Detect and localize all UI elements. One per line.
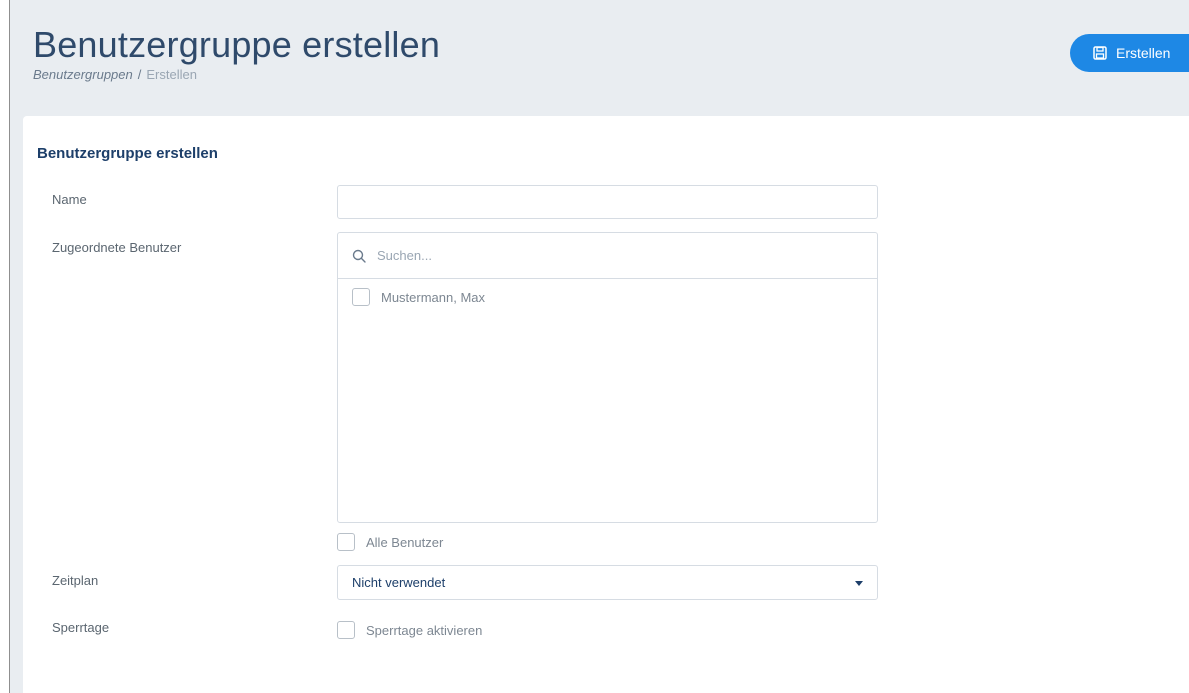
search-icon xyxy=(352,249,366,263)
assigned-users-label: Zugeordnete Benutzer xyxy=(52,240,182,255)
user-item-label: Mustermann, Max xyxy=(381,289,486,305)
blocked-days-checkbox[interactable] xyxy=(337,621,355,639)
schedule-select[interactable]: Nicht verwendet xyxy=(337,565,878,600)
schedule-selected-value: Nicht verwendet xyxy=(352,575,446,590)
user-search-row xyxy=(338,233,877,279)
blocked-days-checkbox-label: Sperrtage aktivieren xyxy=(366,622,483,638)
window-edge xyxy=(0,0,10,693)
name-label: Name xyxy=(52,192,87,207)
all-users-checkbox[interactable] xyxy=(337,533,355,551)
list-item[interactable]: Mustermann, Max xyxy=(338,279,877,306)
save-icon xyxy=(1093,46,1107,60)
form-card: Benutzergruppe erstellen Name Zugeordnet… xyxy=(23,116,1189,693)
section-title: Benutzergruppe erstellen xyxy=(37,145,218,162)
caret-down-icon xyxy=(855,581,863,586)
breadcrumb-current: Erstellen xyxy=(146,67,197,82)
all-users-toggle[interactable]: Alle Benutzer xyxy=(337,533,443,551)
name-input[interactable] xyxy=(337,185,878,219)
blocked-days-label: Sperrtage xyxy=(52,620,110,635)
breadcrumb-link-user-groups[interactable]: Benutzergruppen xyxy=(33,67,133,82)
breadcrumb-separator: / xyxy=(137,67,142,82)
page-header: Benutzergruppe erstellen Benutzergruppen… xyxy=(33,24,441,83)
create-button[interactable]: Erstellen xyxy=(1070,34,1189,72)
user-search-input[interactable] xyxy=(375,247,839,264)
blocked-days-toggle[interactable]: Sperrtage aktivieren xyxy=(337,621,482,639)
schedule-label: Zeitplan xyxy=(52,573,99,588)
all-users-label: Alle Benutzer xyxy=(366,534,444,550)
user-checkbox[interactable] xyxy=(352,288,370,306)
page-title: Benutzergruppe erstellen xyxy=(33,24,441,65)
user-list: Mustermann, Max xyxy=(337,232,878,523)
create-button-label: Erstellen xyxy=(1116,45,1171,61)
breadcrumb: Benutzergruppen / Erstellen xyxy=(33,67,440,82)
